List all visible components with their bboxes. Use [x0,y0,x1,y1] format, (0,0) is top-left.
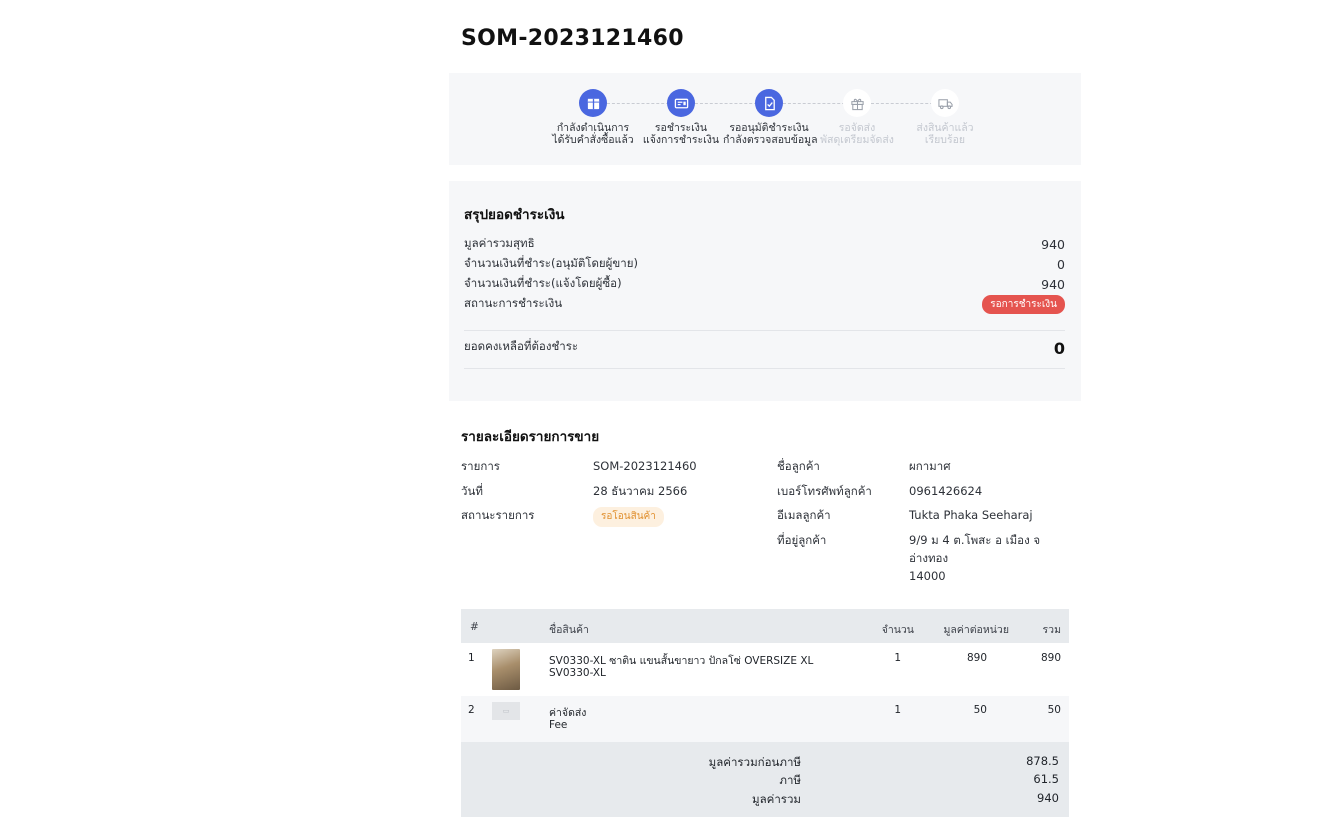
balance-value: 0 [1053,339,1065,358]
grand-total-label: มูลค่ารวม [752,792,801,806]
paid-approved-value: 0 [1057,257,1065,272]
table-header: # ชื่อสินค้า จำนวน มูลค่าต่อหน่วย รวม [461,609,1069,643]
product-sku: Fee [549,719,568,731]
payment-status-label: สถานะการชำระเงิน [464,296,563,310]
step-processing: กำลังดำเนินการ ได้รับคำสั่งซื้อแล้ว [547,89,639,146]
col-number: # [470,621,479,633]
image-placeholder-icon: ▭ [492,702,520,720]
date-label: วันที่ [461,484,483,498]
customer-name-label: ชื่อลูกค้า [777,459,820,473]
grand-total-value: 940 [1037,791,1059,805]
col-total: รวม [1042,624,1061,636]
date-value: 28 ธันวาคม 2566 [593,484,688,498]
address-line: 9/9 ม 4 ต.โพสะ อ เมือง จ [909,533,1041,547]
net-total-row: มูลค่ารวมสุทธิ 940 [464,235,1065,255]
order-status-stepper: กำลังดำเนินการ ได้รับคำสั่งซื้อแล้ว รอชำ… [449,73,1081,165]
row-number: 1 [468,652,475,664]
product-sku: SV0330-XL [549,667,606,679]
customer-address-value: 9/9 ม 4 ต.โพสะ อ เมือง จ อ่างทอง 14000 [909,531,1040,585]
pre-tax-value: 878.5 [1026,754,1059,768]
item-label: รายการ [461,459,500,473]
step-awaiting-shipment: รอจัดส่ง พัสดุเตรียมจัดส่ง [811,89,903,146]
order-items-table: # ชื่อสินค้า จำนวน มูลค่าต่อหน่วย รวม 1 … [461,609,1069,817]
payment-status-row: สถานะการชำระเงิน รอการชำระเงิน [464,295,1065,315]
page-title: SOM-2023121460 [461,26,684,51]
net-total-value: 940 [1041,237,1065,252]
paid-approved-label: จำนวนเงินที่ชำระ(อนุมัติโดยผู้ขาย) [464,256,638,270]
divider [464,368,1065,369]
item-value: SOM-2023121460 [593,459,697,473]
row-total: 890 [1040,652,1061,664]
payment-summary-panel: สรุปยอดชำระเงิน มูลค่ารวมสุทธิ 940 จำนวน… [449,181,1081,401]
divider [464,330,1065,331]
payment-card-icon [667,89,695,117]
gift-box-icon [843,89,871,117]
customer-phone-value: 0961426624 [909,484,983,498]
row-qty: 1 [894,704,901,716]
step-payment-approval: รออนุมัติชำระเงิน กำลังตรวจสอบข้อมูล [723,89,818,146]
balance-label: ยอดคงเหลือที่ต้องชำระ [464,339,579,353]
step-awaiting-payment: รอชำระเงิน แจ้งการชำระเงิน [635,89,727,146]
row-number: 2 [468,704,475,716]
paid-reported-label: จำนวนเงินที่ชำระ(แจ้งโดยผู้ซื้อ) [464,276,622,290]
payment-status-badge: รอการชำระเงิน [982,295,1065,314]
col-product: ชื่อสินค้า [549,624,589,636]
customer-name-value: ผกามาศ [909,459,951,473]
net-total-label: มูลค่ารวมสุทธิ [464,236,535,250]
row-qty: 1 [894,652,901,664]
table-row: 1 SV0330-XL ซาติน แขนสั้นขายาว ปักลโซ่ O… [461,643,1069,696]
row-unit-price: 890 [966,652,987,664]
box-icon [579,89,607,117]
step-shipped: ส่งสินค้าแล้ว เรียบร้อย [899,89,991,146]
tax-value: 61.5 [1033,772,1059,786]
row-unit-price: 50 [973,704,987,716]
customer-email-value: Tukta Phaka Seeharaj [909,508,1033,522]
paid-reported-value: 940 [1041,277,1065,292]
table-row: 2 ▭ ค่าจัดส่ง Fee 1 50 50 [461,696,1069,742]
order-status-badge: รอโอนสินค้า [593,507,664,527]
product-thumbnail [492,649,520,690]
address-line: อ่างทอง [909,551,949,565]
paid-reported-row: จำนวนเงินที่ชำระ(แจ้งโดยผู้ซื้อ) 940 [464,275,1065,295]
order-status-cell: รอโอนสินค้า [593,506,664,527]
paid-approved-row: จำนวนเงินที่ชำระ(อนุมัติโดยผู้ขาย) 0 [464,255,1065,275]
customer-address-label: ที่อยู่ลูกค้า [777,533,827,547]
sale-detail-title: รายละเอียดรายการขาย [461,429,600,445]
table-totals: มูลค่ารวมก่อนภาษี 878.5 ภาษี 61.5 มูลค่า… [461,742,1069,817]
customer-phone-label: เบอร์โทรศัพท์ลูกค้า [777,484,872,498]
customer-email-label: อีเมลลูกค้า [777,508,831,522]
pre-tax-label: มูลค่ารวมก่อนภาษี [708,755,801,769]
address-line: 14000 [909,569,946,583]
col-unit-price: มูลค่าต่อหน่วย [943,624,1009,636]
order-status-label: สถานะรายการ [461,508,535,522]
col-qty: จำนวน [881,624,914,636]
row-total: 50 [1047,704,1061,716]
tax-label: ภาษี [779,773,801,787]
document-check-icon [755,89,783,117]
truck-icon [931,89,959,117]
payment-summary-title: สรุปยอดชำระเงิน [464,207,565,223]
